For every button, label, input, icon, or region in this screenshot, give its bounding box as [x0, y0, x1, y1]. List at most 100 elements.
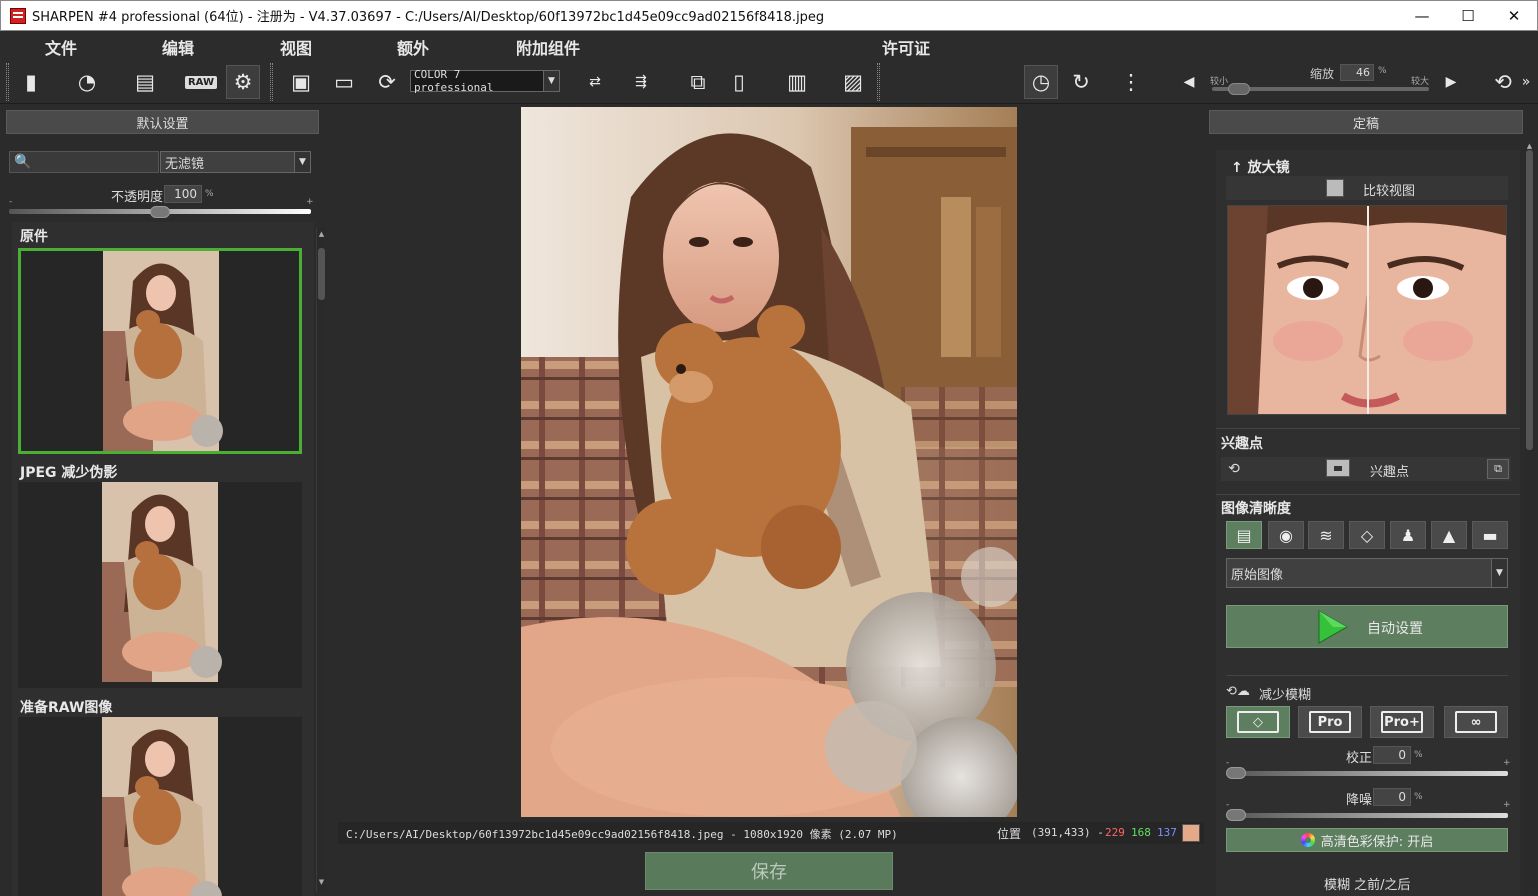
- rotate-icon[interactable]: ⟲: [1486, 65, 1520, 99]
- zoom-in-icon[interactable]: ▶: [1434, 65, 1468, 99]
- magnifier-title[interactable]: ↑ 放大镜: [1231, 157, 1290, 177]
- compare-layout-icon[interactable]: ⇄: [578, 65, 612, 99]
- filter-select[interactable]: 无滤镜 ▼: [160, 151, 311, 173]
- scroll-down-icon[interactable]: ▼: [318, 878, 325, 886]
- correction-slider-track[interactable]: [1226, 771, 1508, 776]
- histogram-icon[interactable]: ▨: [836, 65, 870, 99]
- export-icon[interactable]: ⟳: [370, 65, 404, 99]
- pixel-green-value: 168: [1131, 826, 1151, 839]
- menu-edit[interactable]: 编辑: [162, 35, 194, 59]
- menu-view[interactable]: 视图: [280, 35, 312, 59]
- compare-view-toggle[interactable]: [1326, 179, 1344, 197]
- preset-photo-jpeg: [102, 482, 222, 682]
- blur-before-after-label[interactable]: 模糊 之前/之后: [1324, 874, 1411, 893]
- close-button[interactable]: ✕: [1491, 1, 1537, 30]
- pro-plus-icon: Pro+: [1381, 711, 1423, 733]
- correction-input[interactable]: 0: [1373, 746, 1411, 764]
- preset-search-input[interactable]: 🔍: [9, 151, 159, 173]
- menu-file[interactable]: 文件: [45, 35, 77, 59]
- preset-thumbnail-jpeg[interactable]: [18, 482, 302, 688]
- cursor-coordinates: (391,433) -: [1031, 826, 1104, 839]
- app-window: SHARPEN #4 professional (64位) - 注册为 - V4…: [0, 0, 1538, 896]
- poi-toggle[interactable]: [1326, 459, 1350, 477]
- preset-title-jpeg: JPEG 减少伪影: [20, 465, 118, 481]
- history-icon[interactable]: ◔: [70, 65, 104, 99]
- menu-license[interactable]: 许可证: [882, 35, 930, 59]
- auto-settings-button[interactable]: 自动设置: [1226, 605, 1508, 648]
- print-icon[interactable]: ▭: [327, 65, 361, 99]
- zoom-slider-thumb[interactable]: [1227, 83, 1250, 95]
- presets-gear-icon[interactable]: ⚙: [226, 65, 260, 99]
- opacity-slider-thumb[interactable]: [150, 206, 170, 218]
- correction-unit: %: [1414, 750, 1423, 760]
- waves-mode-icon[interactable]: ≋: [1308, 521, 1344, 549]
- timer-icon[interactable]: ◷: [1024, 65, 1058, 99]
- pixel-red-value: 229: [1105, 826, 1125, 839]
- resize-icon[interactable]: ⇶: [624, 65, 658, 99]
- raw-settings-icon[interactable]: RAW: [184, 65, 218, 99]
- save-button[interactable]: 保存: [645, 852, 893, 890]
- finalize-scrollbar[interactable]: ▲: [1525, 142, 1535, 894]
- deblur-mode-pro-plus[interactable]: Pro+: [1370, 706, 1434, 738]
- menu-extra[interactable]: 额外: [397, 35, 429, 59]
- denoise-slider-thumb[interactable]: [1226, 809, 1246, 821]
- toolbar-grip[interactable]: [6, 63, 9, 101]
- opacity-input[interactable]: 100: [164, 185, 202, 203]
- denoise-input[interactable]: 0: [1373, 788, 1411, 806]
- diamond-mode-icon[interactable]: ◇: [1349, 521, 1385, 549]
- finalize-scrollbar-thumb[interactable]: [1526, 150, 1533, 450]
- correction-plus: +: [1503, 758, 1511, 768]
- text-mode-icon[interactable]: ▤: [1226, 521, 1262, 549]
- deblur-mode-infinite[interactable]: ∞: [1444, 706, 1508, 738]
- main-photo[interactable]: [521, 107, 1017, 817]
- toolbar-more-icon[interactable]: »: [1516, 65, 1536, 99]
- denoise-label: 降噪: [1346, 793, 1373, 808]
- auto-settings-label: 自动设置: [1367, 621, 1423, 637]
- copy-icon[interactable]: ⧉: [1487, 459, 1509, 479]
- zoom-out-icon[interactable]: ◀: [1172, 65, 1206, 99]
- scroll-up-icon[interactable]: ▲: [1526, 142, 1533, 150]
- deblur-mode-standard[interactable]: ◇: [1226, 706, 1290, 738]
- denoise-plus: +: [1503, 800, 1511, 810]
- toolbar-separator-2: [877, 63, 880, 101]
- redo-icon[interactable]: ↻: [1064, 65, 1098, 99]
- preset-scrollbar[interactable]: ▲ ▼: [316, 228, 326, 892]
- poi-label: 兴趣点: [1370, 465, 1410, 480]
- preset-photo-raw: [102, 717, 222, 896]
- finalize-header[interactable]: 定稿: [1209, 110, 1523, 134]
- dots-icon[interactable]: ⋮: [1114, 65, 1148, 99]
- panorama-mode-icon[interactable]: ▬: [1472, 521, 1508, 549]
- maximize-button[interactable]: ☐: [1445, 1, 1491, 30]
- preset-thumbnail-original[interactable]: [18, 248, 302, 454]
- window-controls: — ☐ ✕: [1399, 1, 1537, 30]
- photo-illustration: [521, 107, 1017, 817]
- presets-header[interactable]: 默认设置: [6, 110, 319, 134]
- preset-scrollbar-thumb[interactable]: [318, 248, 325, 300]
- ruler-icon[interactable]: ▥: [780, 65, 814, 99]
- preset-thumbnail-raw[interactable]: [18, 717, 302, 896]
- batch-icon[interactable]: ⧉: [681, 65, 715, 99]
- pages-icon[interactable]: ▤: [128, 65, 162, 99]
- zoom-input[interactable]: 46: [1340, 64, 1374, 81]
- scroll-up-icon[interactable]: ▲: [318, 230, 325, 238]
- menu-addons[interactable]: 附加组件: [516, 35, 580, 59]
- deblur-mode-pro[interactable]: Pro: [1298, 706, 1362, 738]
- color-profile-select[interactable]: COLOR 7 professional ▼: [410, 68, 560, 94]
- compare-view-label: 比较视图: [1363, 184, 1416, 199]
- portrait-mode-icon[interactable]: ♟: [1390, 521, 1426, 549]
- split-view-icon[interactable]: ▯: [722, 65, 756, 99]
- denoise-slider-track[interactable]: [1226, 813, 1508, 818]
- refresh-icon[interactable]: ⟲: [1223, 459, 1245, 479]
- filter-value: 无滤镜: [165, 156, 205, 172]
- landscape-mode-icon[interactable]: ▲: [1431, 521, 1467, 549]
- new-document-icon[interactable]: ▮: [14, 65, 48, 99]
- magnifier-view[interactable]: [1227, 205, 1507, 415]
- minimize-button[interactable]: —: [1399, 1, 1445, 30]
- image-type-select[interactable]: 原始图像 ▼: [1226, 558, 1508, 588]
- search-icon: 🔍: [14, 154, 32, 170]
- camera-mode-icon[interactable]: ◉: [1268, 521, 1304, 549]
- correction-slider-thumb[interactable]: [1226, 767, 1246, 779]
- save-icon[interactable]: ▣: [284, 65, 318, 99]
- color-profile-value: COLOR 7 professional: [414, 68, 494, 94]
- color-protection-toggle[interactable]: 高清色彩保护: 开启: [1226, 828, 1508, 852]
